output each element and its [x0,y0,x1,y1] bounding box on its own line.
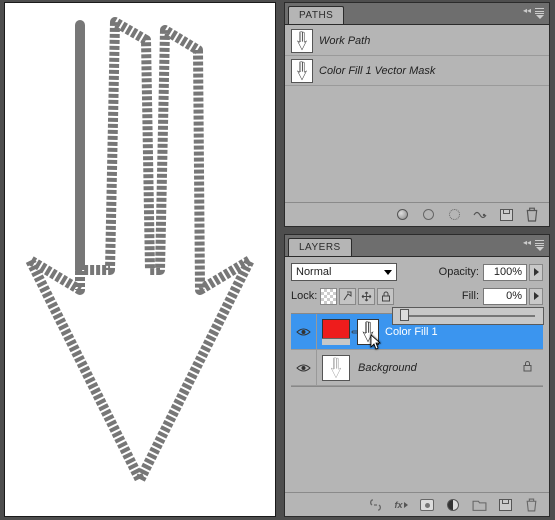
fill-path-icon[interactable] [395,208,409,222]
visibility-toggle[interactable] [291,314,317,349]
path-item-work[interactable]: Work Path [285,26,549,56]
fill-input[interactable]: 0% [483,288,527,305]
opacity-label: Opacity: [439,266,479,278]
visibility-toggle[interactable] [291,350,317,385]
layer-label: Background [358,362,417,374]
paths-footer [285,202,549,226]
arrow-path-preview [10,10,270,510]
delete-layer-icon[interactable] [523,497,539,513]
fill-label: Fill: [462,290,479,302]
path-to-selection-icon[interactable] [447,208,461,222]
delete-path-icon[interactable] [525,208,539,222]
group-icon[interactable] [471,497,487,513]
stroke-path-icon[interactable] [421,208,435,222]
fill-stepper[interactable] [529,288,543,305]
layer-item-background[interactable]: Background [291,350,543,386]
cursor-icon [370,334,384,352]
path-label: Work Path [319,35,370,47]
path-thumbnail [291,59,313,83]
opacity-input[interactable]: 100% [483,264,527,281]
layer-thumbnail[interactable] [322,355,350,381]
lock-icon [522,360,533,375]
lock-label: Lock: [291,290,317,302]
layers-tabbar: LAYERS ◂◂ [285,235,549,257]
path-thumbnail [291,29,313,53]
new-path-icon[interactable] [499,208,513,222]
paths-panel: PATHS ◂◂ Work Path Color Fill 1 Vector M… [284,2,550,227]
paths-tab[interactable]: PATHS [288,6,344,24]
lock-pixels-icon[interactable] [339,288,356,305]
selection-to-path-icon[interactable] [473,208,487,222]
panel-menu-icon[interactable] [533,239,546,251]
panel-menu-icon[interactable] [533,7,546,19]
lock-position-icon[interactable] [358,288,375,305]
collapse-icon[interactable]: ◂◂ [523,6,531,15]
link-layers-icon[interactable] [367,497,383,513]
new-layer-icon[interactable] [497,497,513,513]
layer-label: Color Fill 1 [385,326,438,338]
mask-icon[interactable] [419,497,435,513]
paths-list: Work Path Color Fill 1 Vector Mask [285,25,549,87]
lock-all-icon[interactable] [377,288,394,305]
opacity-stepper[interactable] [529,264,543,281]
vector-mask-thumbnail[interactable] [357,319,379,345]
layers-tab[interactable]: LAYERS [288,238,352,256]
adjustment-icon[interactable] [445,497,461,513]
chevron-down-icon [384,270,392,275]
lock-transparency-icon[interactable] [320,288,337,305]
blend-mode-select[interactable]: Normal [291,263,397,281]
collapse-icon[interactable]: ◂◂ [523,238,531,247]
fill-slider-popup[interactable] [392,307,544,325]
document-canvas[interactable] [4,2,276,517]
fx-icon[interactable]: fx [393,497,409,513]
blend-mode-value: Normal [296,266,331,278]
layers-panel: LAYERS ◂◂ Normal Opacity: 100% Lock: [284,234,550,517]
fill-slider-knob[interactable] [400,309,409,321]
layers-footer: fx [285,492,549,516]
path-item-vector-mask[interactable]: Color Fill 1 Vector Mask [285,56,549,86]
layer-color-swatch[interactable] [322,319,350,345]
path-label: Color Fill 1 Vector Mask [319,65,435,77]
paths-tabbar: PATHS ◂◂ [285,3,549,25]
